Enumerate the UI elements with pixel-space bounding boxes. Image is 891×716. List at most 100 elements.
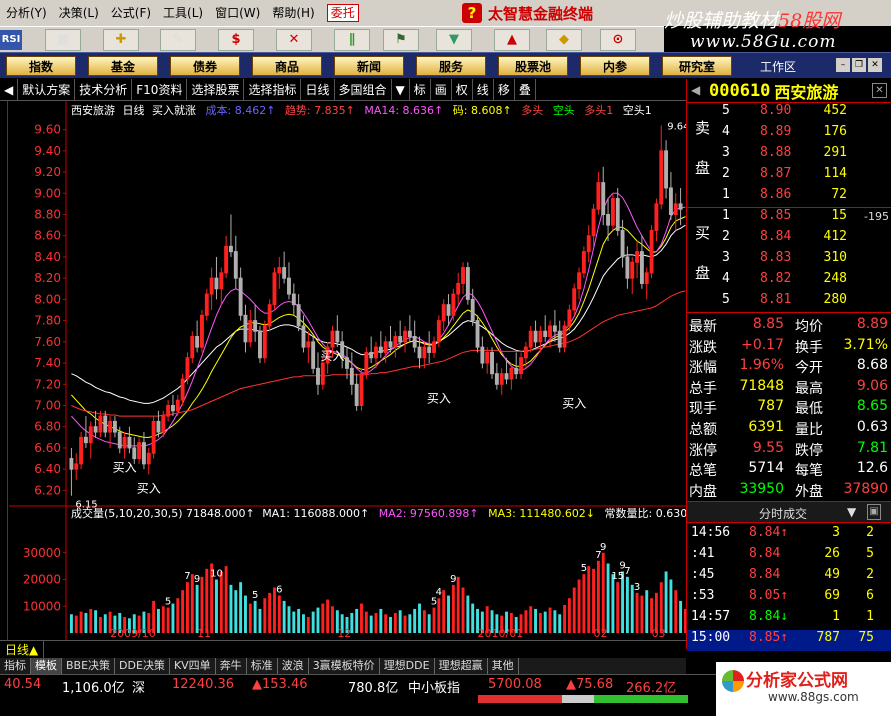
target-icon[interactable]: ⊙ — [600, 29, 636, 51]
candle-body — [412, 336, 417, 348]
volume-bar — [611, 574, 615, 633]
candle-body — [606, 214, 611, 226]
volume-bar — [355, 608, 359, 633]
book-level: 3 — [722, 250, 730, 265]
parallel-icon[interactable]: ∥ — [334, 29, 370, 51]
nav-commodity-button[interactable]: 商品 — [252, 56, 322, 76]
indicator-tab[interactable]: 理想DDE — [380, 658, 435, 674]
tech-analysis-button[interactable]: 技术分析 — [75, 78, 133, 101]
pencil-icon[interactable]: ✎ — [160, 29, 196, 51]
select-indicator-button[interactable]: 选择指标 — [244, 78, 302, 101]
diamond-icon[interactable]: ◆ — [546, 29, 582, 51]
menu-decision[interactable]: 决策(L) — [53, 0, 105, 26]
stat-value: +0.17 — [741, 336, 784, 353]
volume-bar — [282, 600, 286, 633]
ticks-dropdown-icon[interactable]: ▼ — [847, 505, 856, 519]
overlay-button[interactable]: 叠 — [515, 78, 536, 101]
indicator-tab[interactable]: KV四单 — [170, 658, 216, 674]
close-quote-icon[interactable]: ✕ — [872, 83, 887, 98]
menu-tools[interactable]: 工具(L) — [157, 0, 209, 26]
draw-button[interactable]: 画 — [431, 78, 452, 101]
dollar-icon[interactable]: $ — [218, 29, 254, 51]
move-button[interactable]: 移 — [494, 78, 515, 101]
price-tick-label: 6.80 — [34, 420, 61, 434]
ticks-toggle-icon[interactable]: ▣ — [867, 504, 881, 520]
flag-icon[interactable]: ⚑ — [383, 29, 419, 51]
book-row[interactable]: 4 8.89 176 — [722, 124, 891, 145]
volume-bar — [258, 608, 262, 633]
volume-bar — [466, 595, 470, 633]
candle-body — [533, 330, 538, 343]
chart-back-icon[interactable]: ◀ — [0, 78, 19, 101]
rights-button[interactable]: 权 — [452, 78, 473, 101]
period-daily-tab[interactable]: 日线▲ — [0, 640, 45, 659]
candle-body — [610, 198, 615, 226]
indicator-tab[interactable]: 标准 — [247, 658, 278, 674]
nav-research-button[interactable]: 研究室 — [662, 56, 732, 76]
buy-pan-label: 盘 — [695, 264, 711, 282]
candle-body — [596, 182, 601, 210]
multi-combo-button[interactable]: 多国组合 — [335, 78, 392, 101]
book-row[interactable]: 4 8.82 248 — [722, 271, 891, 292]
workarea-label[interactable]: 工作区 — [760, 58, 796, 75]
volume-axis: 10000 20000 30000 — [23, 546, 66, 613]
stock-name: 西安旅游 — [774, 82, 839, 102]
candle-body — [615, 198, 620, 231]
indicator-tab[interactable]: 其他 — [488, 658, 519, 674]
menu-formula[interactable]: 公式(F) — [105, 0, 157, 26]
nav-news-button[interactable]: 新闻 — [334, 56, 404, 76]
crosshair-icon[interactable]: ✚ — [103, 29, 139, 51]
grid-icon[interactable]: ▦ — [45, 29, 81, 51]
mark-button[interactable]: 标 — [410, 78, 431, 101]
rsi-button[interactable]: RSI — [0, 30, 22, 50]
menu-help[interactable]: 帮助(H) — [266, 0, 320, 26]
buy-label: 买入 — [427, 391, 451, 405]
indicator-tab[interactable]: 理想超赢 — [435, 658, 488, 674]
period-button[interactable]: 日线 — [301, 78, 335, 101]
trust-button[interactable]: 委托 — [326, 4, 359, 22]
stat-label: 内盘 — [689, 483, 717, 500]
book-row[interactable]: 5 8.81 280 — [722, 292, 891, 313]
dropdown-icon[interactable]: ▼ — [392, 78, 410, 101]
close-icon[interactable]: ✕ — [868, 58, 882, 72]
book-row[interactable]: 1 8.85 15 — [722, 208, 891, 229]
indicator-tab[interactable]: DDE决策 — [115, 658, 170, 674]
nav-stock-pool-button[interactable]: 股票池 — [498, 56, 568, 76]
book-row[interactable]: 5 8.90 452 — [722, 103, 891, 124]
nav-bond-button[interactable]: 债券 — [170, 56, 240, 76]
watermark-bottom: 分析家公式网 www.88gs.com — [716, 662, 891, 716]
minimize-icon[interactable]: – — [836, 58, 850, 72]
indicator-tab[interactable]: BBE决策 — [62, 658, 116, 674]
vol-legend: 成交量(5,10,20,30,5) 71848.000↑ MA1: 116088… — [71, 506, 686, 520]
candle-body — [277, 267, 282, 274]
close-chart-icon[interactable]: ✕ — [276, 29, 312, 51]
indicator-tab[interactable]: 指标 — [0, 658, 31, 674]
restore-icon[interactable]: ❐ — [852, 58, 866, 72]
book-row[interactable]: 2 8.84 412 — [722, 229, 891, 250]
indicator-tab[interactable]: 奔牛 — [216, 658, 247, 674]
indicator-tab[interactable]: 3赢模板特价 — [309, 658, 380, 674]
nav-index-button[interactable]: 指数 — [6, 56, 76, 76]
volume-bar — [456, 576, 460, 633]
select-stock-button[interactable]: 选择股票 — [187, 78, 245, 101]
book-row[interactable]: 3 8.83 310 — [722, 250, 891, 271]
default-scheme-button[interactable]: 默认方案 — [18, 78, 76, 101]
nav-insider-button[interactable]: 内参 — [580, 56, 650, 76]
book-row[interactable]: 1 8.86 72 — [722, 187, 891, 208]
f10-button[interactable]: F10资料 — [132, 78, 188, 101]
menu-analysis[interactable]: 分析(Y) — [0, 0, 53, 26]
indicator-tab[interactable]: 波浪 — [278, 658, 309, 674]
book-row[interactable]: 2 8.87 114 — [722, 166, 891, 187]
nav-fund-button[interactable]: 基金 — [88, 56, 158, 76]
up-triangle-icon[interactable]: ▲ — [494, 29, 530, 51]
status-chg3: ▲75.68 — [566, 677, 614, 692]
book-level: 5 — [722, 103, 730, 118]
book-row[interactable]: 3 8.88 291 — [722, 145, 891, 166]
nav-service-button[interactable]: 服务 — [416, 56, 486, 76]
kline-chart[interactable]: 6.20 6.40 6.60 6.80 7.00 7.20 7.40 7.60 7.80 8.00… — [9, 101, 686, 640]
menu-window[interactable]: 窗口(W) — [209, 0, 266, 26]
prev-stock-icon[interactable]: ◀ — [691, 83, 700, 97]
line-button[interactable]: 线 — [473, 78, 494, 101]
down-triangle-icon[interactable]: ▼ — [436, 29, 472, 51]
indicator-tab[interactable]: 模板 — [31, 658, 62, 674]
